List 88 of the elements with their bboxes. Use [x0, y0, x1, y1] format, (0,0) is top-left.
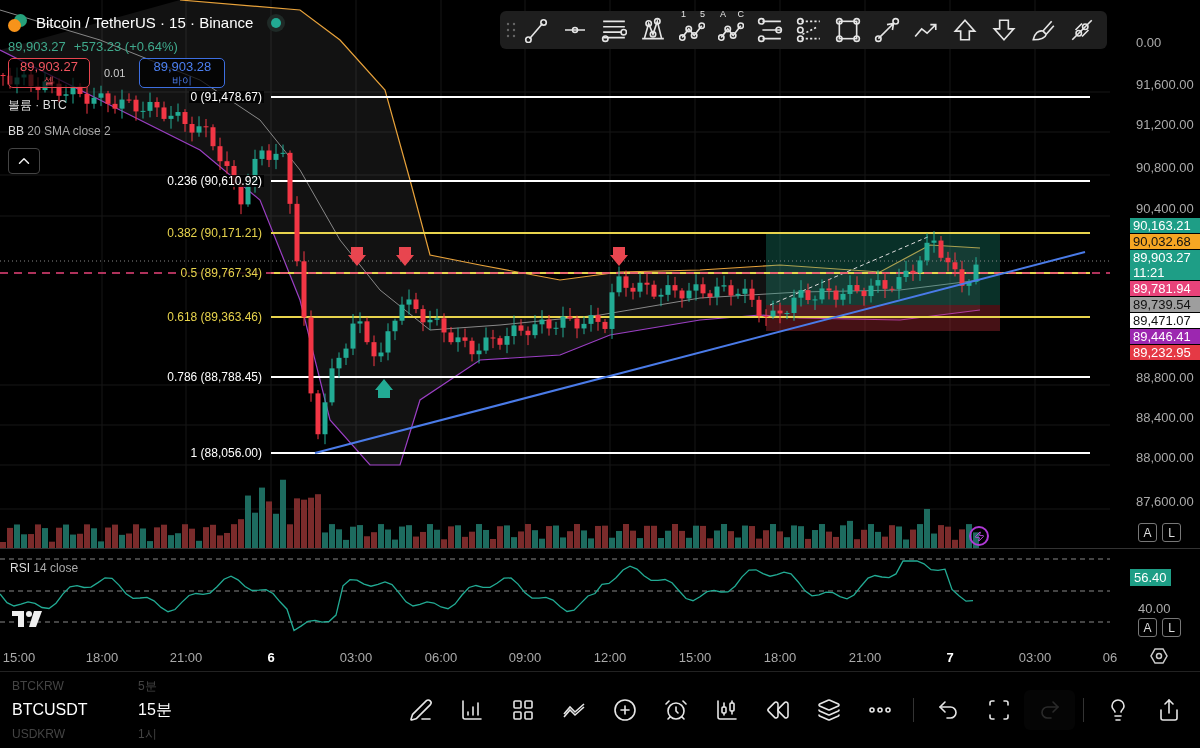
tool-label: C: [737, 10, 744, 19]
price-axis-label: 90,800.00: [1136, 161, 1194, 174]
pen-icon: [408, 698, 433, 722]
time-axis-label: 12:00: [593, 649, 627, 667]
symbol-title: Bitcoin / TetherUS · 15 · Binance: [36, 13, 254, 33]
time-axis-label: 15:00: [2, 649, 36, 667]
channel-icon: [757, 17, 783, 43]
time-axis-label: 18:00: [85, 649, 119, 667]
rewind-icon: [765, 698, 790, 722]
time-axis-label: 03:00: [339, 649, 373, 667]
last-price: 89,903.27: [8, 37, 66, 56]
time-axis-label: 21:00: [848, 649, 882, 667]
rsi-value-tag: 56.40: [1130, 569, 1171, 586]
arrow-down-icon: [991, 17, 1017, 43]
arrow-up-marker: [375, 379, 393, 398]
rsi-legend[interactable]: RSI 14 close: [10, 559, 79, 577]
drawing-tool-button[interactable]: A C: [712, 13, 750, 47]
arrow-icon: [874, 17, 900, 43]
arrow-down-marker: [348, 247, 366, 266]
spread-value: 0.01: [104, 65, 126, 81]
fib-level-label: 0.5 (89,767.34): [178, 267, 264, 279]
price-axis-label: 91,200.00: [1136, 118, 1194, 131]
price-tag: 89,903.27 11:21: [1130, 250, 1200, 280]
tool-label: A: [720, 10, 726, 19]
sell-button[interactable]: 89,903.27 셀: [8, 58, 90, 88]
fib-level-label: 0.786 (88,788.45): [165, 371, 264, 383]
collapse-button[interactable]: [8, 148, 40, 174]
time-axis-label: 06:00: [424, 649, 458, 667]
fib-level-label: 0.618 (89,363.46): [165, 311, 264, 323]
more-icon: [868, 707, 891, 713]
tool-label: 5: [700, 10, 705, 19]
time-axis-label: 6: [267, 649, 275, 667]
arrow-down-marker: [396, 247, 414, 266]
price-axis-label: 88,000.00: [1136, 451, 1194, 464]
measure-icon: [1069, 17, 1095, 43]
arrow-down-marker: [610, 247, 628, 266]
scale-toggle-button[interactable]: L: [1162, 618, 1181, 637]
channel-icon: [796, 17, 822, 43]
tool-label: 1: [681, 10, 686, 19]
fib-level-label: 0 (91,478.67): [188, 91, 264, 103]
time-axis-label: 15:00: [678, 649, 712, 667]
grid-icon: [510, 698, 535, 722]
layers-icon: [816, 698, 841, 722]
horizontal-line-icon: [563, 26, 587, 34]
symbol-option[interactable]: BTCUSDT 15분: [12, 694, 395, 726]
line-tool-icon: [523, 17, 549, 43]
price-axis-label: 87,600.00: [1136, 495, 1194, 508]
price-tag: 89,781.94: [1130, 281, 1200, 296]
bar-chart-icon: [459, 698, 484, 722]
time-axis-label: 03:00: [1018, 649, 1052, 667]
price-tag: 89,471.07: [1130, 313, 1200, 328]
time-axis-label: 7: [946, 649, 954, 667]
price-axis-label: 0.00: [1136, 36, 1162, 49]
plus-circle-icon: [612, 698, 637, 722]
price-axis-label: 88,800.00: [1136, 371, 1194, 384]
time-axis-label: 09:00: [508, 649, 542, 667]
price-tag: 89,446.41: [1130, 329, 1200, 344]
buy-button[interactable]: 89,903.28 바이: [139, 58, 226, 88]
price-tag: 89,739.54: [1130, 297, 1200, 312]
logo-icon: [12, 611, 44, 627]
price-axis-label: 91,600.00: [1136, 78, 1194, 91]
fib-level-label: 0.236 (90,610.92): [165, 175, 264, 187]
scale-toggle-button[interactable]: A: [1138, 523, 1157, 542]
flash-icon[interactable]: [969, 526, 989, 546]
price-tag: 90,032.68: [1130, 234, 1200, 249]
price-change: +573.23 (+0.64%): [73, 37, 178, 56]
price-tag: 89,232.95: [1130, 345, 1200, 360]
scale-toggle-button[interactable]: L: [1162, 523, 1181, 542]
rectangle-icon: [835, 17, 861, 43]
indicator-legend[interactable]: BB 20 SMA close 2: [8, 122, 111, 140]
price-tag: 90,163.21: [1130, 218, 1200, 233]
settings-icon[interactable]: [1150, 647, 1168, 665]
rsi-axis-label: 40.00: [1138, 600, 1171, 618]
indicator-legend[interactable]: 볼륨 · BTC: [8, 96, 67, 114]
fib-level-label: 1 (88,056.00): [188, 447, 264, 459]
time-axis-label: 06: [1102, 649, 1118, 667]
time-axis-label: 21:00: [169, 649, 203, 667]
fib-level-label: 0.382 (90,171.21): [165, 227, 264, 239]
arrow-up-icon: [952, 17, 978, 43]
candlestick-icon: [714, 698, 739, 722]
alarm-clock-icon: [663, 698, 688, 722]
drawing-tool-button[interactable]: 1 5: [673, 13, 711, 47]
drag-handle-icon[interactable]: [506, 22, 516, 38]
price-axis-label: 88,400.00: [1136, 411, 1194, 424]
scale-toggle-button[interactable]: A: [1138, 618, 1157, 637]
time-axis-label: 18:00: [763, 649, 797, 667]
price-axis-label: 90,400.00: [1136, 202, 1194, 215]
fullscreen-icon: [986, 698, 1011, 722]
